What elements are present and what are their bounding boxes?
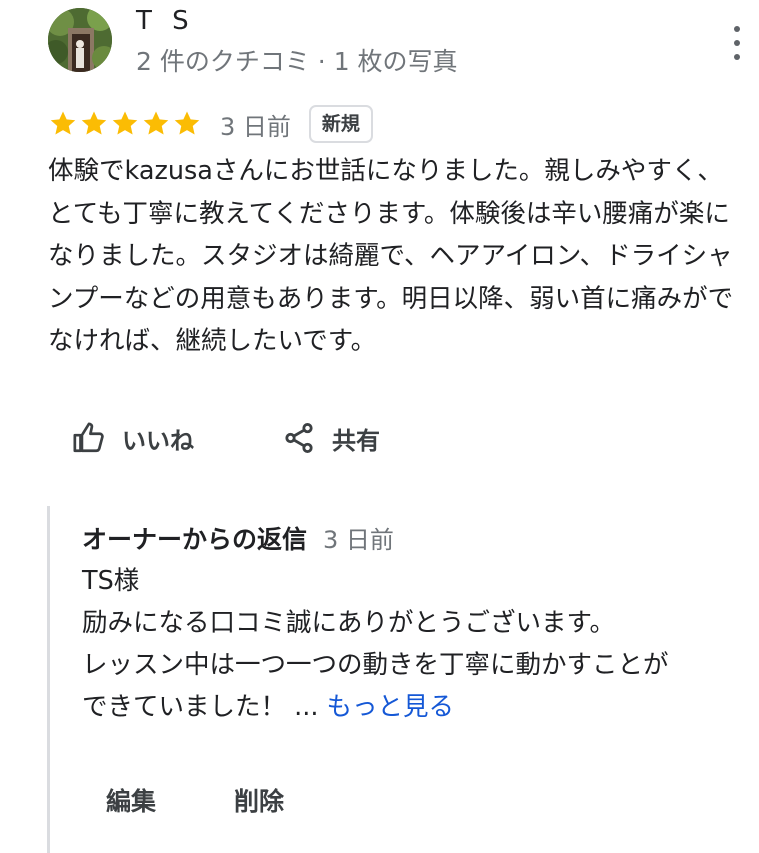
reviewer-avatar[interactable] bbox=[48, 8, 112, 72]
reply-line: レッスン中は一つ一つの動きを丁寧に動かすことが bbox=[82, 650, 669, 680]
star-icon bbox=[50, 111, 76, 135]
dot bbox=[734, 54, 740, 60]
like-button[interactable]: いいね bbox=[72, 416, 194, 460]
star-icon bbox=[174, 111, 200, 135]
star-icon bbox=[81, 111, 107, 135]
review-date: 3 日前 bbox=[220, 112, 291, 141]
thumbs-up-icon bbox=[73, 422, 104, 453]
reply-divider bbox=[47, 506, 50, 853]
owner-reply-title: オーナーからの返信 bbox=[82, 525, 308, 554]
review-text: 体験でkazusaさんにお世話になりました。親しみやすく、とても丁寧に教えてくだ… bbox=[48, 156, 734, 356]
reviewer-name[interactable]: T S bbox=[136, 6, 195, 36]
share-label: 共有 bbox=[332, 426, 380, 455]
delete-reply-button[interactable]: 削除 bbox=[234, 782, 284, 818]
star-icon bbox=[112, 111, 138, 135]
share-icon bbox=[285, 422, 313, 454]
rating-row: 3 日前 新規 bbox=[48, 104, 373, 144]
edit-reply-button[interactable]: 編集 bbox=[106, 782, 156, 818]
new-badge: 新規 bbox=[308, 105, 373, 143]
reply-line-last: できていました！ ... もっと見る bbox=[82, 686, 742, 728]
owner-reply-header: オーナーからの返信 3 日前 bbox=[82, 520, 394, 556]
star-rating bbox=[48, 109, 202, 139]
avatar-photo bbox=[48, 8, 112, 72]
owner-reply-date: 3 日前 bbox=[323, 526, 394, 554]
dot bbox=[734, 26, 740, 32]
star-icon bbox=[143, 111, 169, 135]
see-more-link[interactable]: もっと見る bbox=[327, 692, 455, 722]
dot bbox=[734, 40, 740, 46]
reply-line: できていました！ ... bbox=[82, 692, 319, 722]
like-label: いいね bbox=[122, 426, 194, 455]
reply-line: TS様 bbox=[82, 566, 140, 596]
reply-line: 励みになる口コミ誠にありがとうございます。 bbox=[82, 608, 615, 638]
share-button[interactable]: 共有 bbox=[282, 416, 380, 460]
reviewer-meta[interactable]: 2 件のクチコミ · 1 枚の写真 bbox=[136, 42, 458, 78]
review-card: T S 2 件のクチコミ · 1 枚の写真 3 日前 新規 体験でkazusaさ… bbox=[0, 0, 759, 853]
owner-reply-text: TS様 励みになる口コミ誠にありがとうございます。 レッスン中は一つ一つの動きを… bbox=[82, 560, 742, 728]
more-options-icon[interactable] bbox=[722, 26, 752, 60]
